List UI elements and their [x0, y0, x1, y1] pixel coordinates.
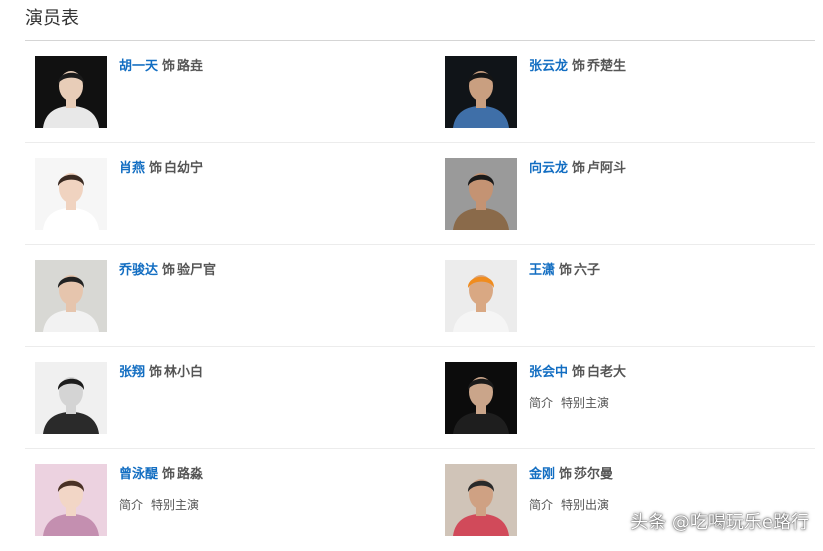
actor-name-link[interactable]: 曾泳醍 — [119, 467, 158, 482]
actor-name-link[interactable]: 张云龙 — [529, 59, 568, 74]
cast-item: 金刚饰莎尔曼简介 特别出演 — [435, 449, 815, 551]
intro-label: 简介 — [529, 498, 554, 512]
page-title: 演员表 — [25, 8, 79, 29]
plays-label: 饰 — [149, 161, 163, 176]
actor-name-link[interactable]: 肖燕 — [119, 161, 145, 176]
cast-line: 金刚饰莎尔曼 — [529, 466, 815, 484]
cast-note: 简介 特别主演 — [529, 395, 815, 411]
actor-name-link[interactable]: 乔骏达 — [119, 263, 158, 278]
cast-line: 乔骏达饰验尸官 — [119, 262, 435, 280]
cast-info: 胡一天饰路垚 — [119, 58, 435, 76]
cast-item: 张云龙饰乔楚生 — [435, 41, 815, 143]
cast-item: 张翔饰林小白 — [25, 347, 435, 449]
cast-header: 演员表 — [25, 0, 815, 41]
cast-note: 简介 特别主演 — [119, 497, 435, 513]
actor-name-link[interactable]: 胡一天 — [119, 59, 158, 74]
cast-line: 肖燕饰白幼宁 — [119, 160, 435, 178]
cast-line: 胡一天饰路垚 — [119, 58, 435, 76]
actor-photo[interactable] — [35, 260, 107, 332]
cast-info: 乔骏达饰验尸官 — [119, 262, 435, 280]
intro-label: 简介 — [529, 396, 554, 410]
cast-line: 向云龙饰卢阿斗 — [529, 160, 815, 178]
intro-label: 简介 — [119, 498, 144, 512]
plays-label: 饰 — [162, 59, 176, 74]
cast-line: 张云龙饰乔楚生 — [529, 58, 815, 76]
actor-name-link[interactable]: 张会中 — [529, 365, 568, 380]
role-name: 路垚 — [177, 59, 204, 74]
actor-photo[interactable] — [35, 464, 107, 536]
cast-list: 胡一天饰路垚 张云龙饰乔楚生 肖燕饰白幼宁 向云龙饰卢阿斗 乔骏达饰验尸官 王潇饰六子 张翔… — [25, 41, 815, 551]
plays-label: 饰 — [559, 263, 573, 278]
role-name: 莎尔曼 — [574, 467, 614, 482]
cast-item: 曾泳醍饰路淼 简介 特别主演 — [25, 449, 435, 551]
billing-note: 特别出演 — [561, 498, 610, 512]
cast-item: 王潇饰六子 — [435, 245, 815, 347]
plays-label: 饰 — [162, 467, 176, 482]
cast-item: 胡一天饰路垚 — [25, 41, 435, 143]
actor-photo[interactable] — [35, 158, 107, 230]
cast-info: 曾泳醍饰路淼 简介 特别主演 — [119, 466, 435, 513]
plays-label: 饰 — [572, 59, 586, 74]
billing-note: 特别主演 — [151, 498, 200, 512]
role-name: 白老大 — [587, 365, 627, 380]
actor-name-link[interactable]: 王潇 — [529, 263, 555, 278]
role-name: 验尸官 — [177, 263, 217, 278]
role-name: 卢阿斗 — [587, 161, 627, 176]
cast-line: 王潇饰六子 — [529, 262, 815, 280]
role-name: 白幼宁 — [164, 161, 204, 176]
cast-info: 肖燕饰白幼宁 — [119, 160, 435, 178]
watermark: 头条 @吃喝玩乐e路行 — [630, 512, 809, 533]
cast-item: 肖燕饰白幼宁 — [25, 143, 435, 245]
plays-label: 饰 — [559, 467, 573, 482]
plays-label: 饰 — [572, 161, 586, 176]
actor-photo[interactable] — [445, 362, 517, 434]
actor-photo[interactable] — [445, 56, 517, 128]
actor-photo[interactable] — [35, 362, 107, 434]
cast-line: 张会中饰白老大 — [529, 364, 815, 382]
plays-label: 饰 — [162, 263, 176, 278]
role-name: 林小白 — [164, 365, 204, 380]
cast-line: 张翔饰林小白 — [119, 364, 435, 382]
role-name: 乔楚生 — [587, 59, 627, 74]
cast-info: 向云龙饰卢阿斗 — [529, 160, 815, 178]
billing-note: 特别主演 — [561, 396, 610, 410]
actor-name-link[interactable]: 向云龙 — [529, 161, 568, 176]
role-name: 路淼 — [177, 467, 204, 482]
actor-name-link[interactable]: 金刚 — [529, 467, 555, 482]
role-name: 六子 — [574, 263, 601, 278]
cast-item: 张会中饰白老大 简介 特别主演 — [435, 347, 815, 449]
cast-item: 向云龙饰卢阿斗 — [435, 143, 815, 245]
actor-photo[interactable] — [35, 56, 107, 128]
cast-info: 张会中饰白老大 简介 特别主演 — [529, 364, 815, 411]
actor-name-link[interactable]: 张翔 — [119, 365, 145, 380]
actor-photo[interactable] — [445, 260, 517, 332]
plays-label: 饰 — [572, 365, 586, 380]
cast-info: 张云龙饰乔楚生 — [529, 58, 815, 76]
cast-item: 乔骏达饰验尸官 — [25, 245, 435, 347]
cast-info: 张翔饰林小白 — [119, 364, 435, 382]
actor-photo[interactable] — [445, 158, 517, 230]
cast-info: 王潇饰六子 — [529, 262, 815, 280]
cast-line: 曾泳醍饰路淼 — [119, 466, 435, 484]
actor-photo[interactable] — [445, 464, 517, 536]
cast-info: 金刚饰莎尔曼简介 特别出演 — [529, 466, 815, 513]
plays-label: 饰 — [149, 365, 163, 380]
